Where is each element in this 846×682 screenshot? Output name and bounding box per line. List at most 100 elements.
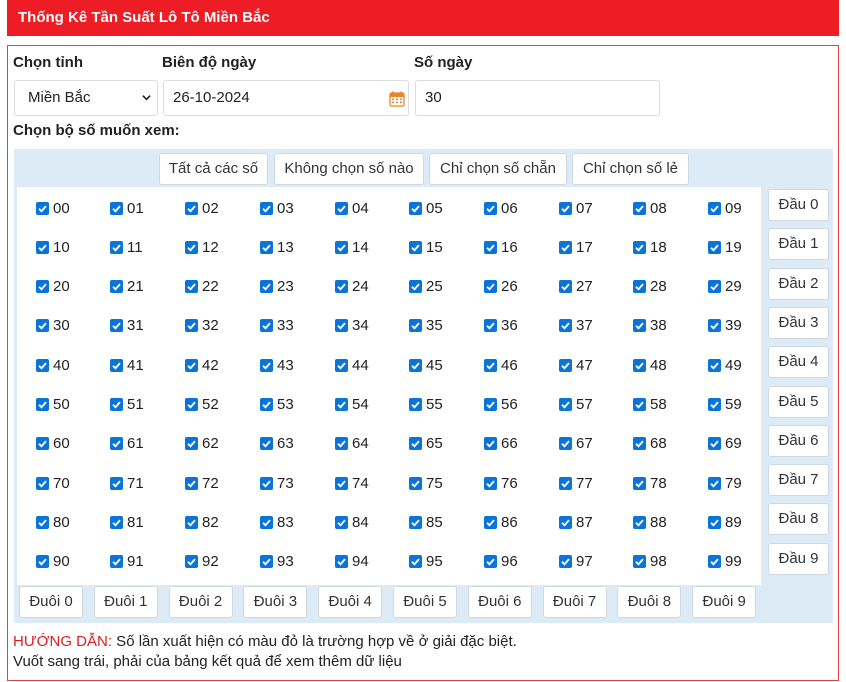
checkbox-checked-icon[interactable] bbox=[110, 319, 123, 333]
checkbox-checked-icon[interactable] bbox=[559, 280, 572, 294]
number-checkbox-62[interactable]: 62 bbox=[185, 434, 219, 454]
number-checkbox-38[interactable]: 38 bbox=[633, 316, 667, 336]
number-checkbox-74[interactable]: 74 bbox=[335, 473, 369, 493]
number-checkbox-48[interactable]: 48 bbox=[633, 355, 667, 375]
number-checkbox-91[interactable]: 91 bbox=[110, 552, 144, 572]
dau-8-button[interactable]: Đầu 8 bbox=[768, 503, 829, 536]
checkbox-checked-icon[interactable] bbox=[185, 280, 198, 294]
checkbox-checked-icon[interactable] bbox=[260, 476, 273, 490]
number-checkbox-15[interactable]: 15 bbox=[409, 237, 443, 257]
checkbox-checked-icon[interactable] bbox=[484, 555, 497, 569]
number-checkbox-95[interactable]: 95 bbox=[409, 552, 443, 572]
checkbox-checked-icon[interactable] bbox=[559, 515, 572, 529]
number-checkbox-16[interactable]: 16 bbox=[484, 237, 518, 257]
checkbox-checked-icon[interactable] bbox=[708, 358, 721, 372]
number-checkbox-83[interactable]: 83 bbox=[260, 512, 294, 532]
number-checkbox-06[interactable]: 06 bbox=[484, 198, 518, 218]
checkbox-checked-icon[interactable] bbox=[708, 201, 721, 215]
days-input[interactable]: 30 bbox=[415, 80, 660, 116]
checkbox-checked-icon[interactable] bbox=[110, 555, 123, 569]
number-checkbox-32[interactable]: 32 bbox=[185, 316, 219, 336]
checkbox-checked-icon[interactable] bbox=[36, 437, 49, 451]
checkbox-checked-icon[interactable] bbox=[708, 555, 721, 569]
number-checkbox-20[interactable]: 20 bbox=[36, 277, 70, 297]
number-checkbox-05[interactable]: 05 bbox=[409, 198, 443, 218]
number-checkbox-70[interactable]: 70 bbox=[36, 473, 70, 493]
number-checkbox-77[interactable]: 77 bbox=[559, 473, 593, 493]
checkbox-checked-icon[interactable] bbox=[185, 437, 198, 451]
checkbox-checked-icon[interactable] bbox=[36, 476, 49, 490]
checkbox-checked-icon[interactable] bbox=[409, 515, 422, 529]
checkbox-checked-icon[interactable] bbox=[633, 476, 646, 490]
number-checkbox-64[interactable]: 64 bbox=[335, 434, 369, 454]
number-checkbox-76[interactable]: 76 bbox=[484, 473, 518, 493]
number-checkbox-28[interactable]: 28 bbox=[633, 277, 667, 297]
checkbox-checked-icon[interactable] bbox=[409, 398, 422, 411]
number-checkbox-75[interactable]: 75 bbox=[409, 473, 443, 493]
number-checkbox-45[interactable]: 45 bbox=[409, 355, 443, 375]
checkbox-checked-icon[interactable] bbox=[409, 240, 422, 254]
select-none-button[interactable]: Không chọn số nào bbox=[274, 153, 424, 185]
duoi-8-button[interactable]: Đuôi 8 bbox=[617, 586, 682, 618]
checkbox-checked-icon[interactable] bbox=[409, 437, 422, 451]
checkbox-checked-icon[interactable] bbox=[110, 201, 123, 215]
checkbox-checked-icon[interactable] bbox=[260, 515, 273, 529]
number-checkbox-73[interactable]: 73 bbox=[260, 473, 294, 493]
checkbox-checked-icon[interactable] bbox=[409, 555, 422, 569]
number-checkbox-96[interactable]: 96 bbox=[484, 552, 518, 572]
checkbox-checked-icon[interactable] bbox=[335, 358, 348, 372]
number-checkbox-31[interactable]: 31 bbox=[110, 316, 144, 336]
checkbox-checked-icon[interactable] bbox=[110, 515, 123, 529]
number-checkbox-86[interactable]: 86 bbox=[484, 512, 518, 532]
checkbox-checked-icon[interactable] bbox=[36, 358, 49, 372]
checkbox-checked-icon[interactable] bbox=[335, 555, 348, 569]
checkbox-checked-icon[interactable] bbox=[484, 476, 497, 490]
number-checkbox-52[interactable]: 52 bbox=[185, 395, 219, 415]
number-checkbox-61[interactable]: 61 bbox=[110, 434, 144, 454]
calendar-icon[interactable] bbox=[389, 91, 405, 107]
number-checkbox-54[interactable]: 54 bbox=[335, 395, 369, 415]
duoi-6-button[interactable]: Đuôi 6 bbox=[467, 586, 532, 618]
checkbox-checked-icon[interactable] bbox=[559, 476, 572, 490]
checkbox-checked-icon[interactable] bbox=[633, 398, 646, 411]
number-checkbox-72[interactable]: 72 bbox=[185, 473, 219, 493]
select-odd-button[interactable]: Chỉ chọn số lẻ bbox=[572, 153, 689, 185]
number-checkbox-25[interactable]: 25 bbox=[409, 277, 443, 297]
dau-3-button[interactable]: Đầu 3 bbox=[768, 306, 829, 339]
checkbox-checked-icon[interactable] bbox=[708, 240, 721, 254]
number-checkbox-21[interactable]: 21 bbox=[110, 277, 144, 297]
number-checkbox-46[interactable]: 46 bbox=[484, 355, 518, 375]
number-checkbox-41[interactable]: 41 bbox=[110, 355, 144, 375]
checkbox-checked-icon[interactable] bbox=[409, 201, 422, 215]
checkbox-checked-icon[interactable] bbox=[409, 476, 422, 490]
checkbox-checked-icon[interactable] bbox=[633, 515, 646, 529]
duoi-5-button[interactable]: Đuôi 5 bbox=[393, 586, 457, 618]
dau-7-button[interactable]: Đầu 7 bbox=[768, 464, 829, 497]
checkbox-checked-icon[interactable] bbox=[36, 515, 49, 529]
checkbox-checked-icon[interactable] bbox=[633, 240, 646, 254]
checkbox-checked-icon[interactable] bbox=[484, 201, 497, 215]
checkbox-checked-icon[interactable] bbox=[484, 437, 497, 451]
checkbox-checked-icon[interactable] bbox=[708, 319, 721, 333]
number-checkbox-03[interactable]: 03 bbox=[260, 198, 294, 218]
checkbox-checked-icon[interactable] bbox=[260, 240, 273, 254]
checkbox-checked-icon[interactable] bbox=[335, 437, 348, 451]
number-checkbox-40[interactable]: 40 bbox=[36, 355, 70, 375]
number-checkbox-85[interactable]: 85 bbox=[409, 512, 443, 532]
checkbox-checked-icon[interactable] bbox=[633, 319, 646, 333]
number-checkbox-59[interactable]: 59 bbox=[708, 395, 742, 415]
checkbox-checked-icon[interactable] bbox=[36, 398, 49, 411]
duoi-0-button[interactable]: Đuôi 0 bbox=[19, 586, 83, 618]
checkbox-checked-icon[interactable] bbox=[409, 358, 422, 372]
checkbox-checked-icon[interactable] bbox=[335, 476, 348, 490]
number-checkbox-18[interactable]: 18 bbox=[633, 237, 667, 257]
checkbox-checked-icon[interactable] bbox=[633, 555, 646, 569]
number-checkbox-04[interactable]: 04 bbox=[335, 198, 369, 218]
number-checkbox-69[interactable]: 69 bbox=[708, 434, 742, 454]
checkbox-checked-icon[interactable] bbox=[559, 240, 572, 254]
checkbox-checked-icon[interactable] bbox=[36, 555, 49, 569]
number-checkbox-84[interactable]: 84 bbox=[335, 512, 369, 532]
checkbox-checked-icon[interactable] bbox=[484, 358, 497, 372]
number-checkbox-02[interactable]: 02 bbox=[185, 198, 219, 218]
checkbox-checked-icon[interactable] bbox=[260, 555, 273, 569]
